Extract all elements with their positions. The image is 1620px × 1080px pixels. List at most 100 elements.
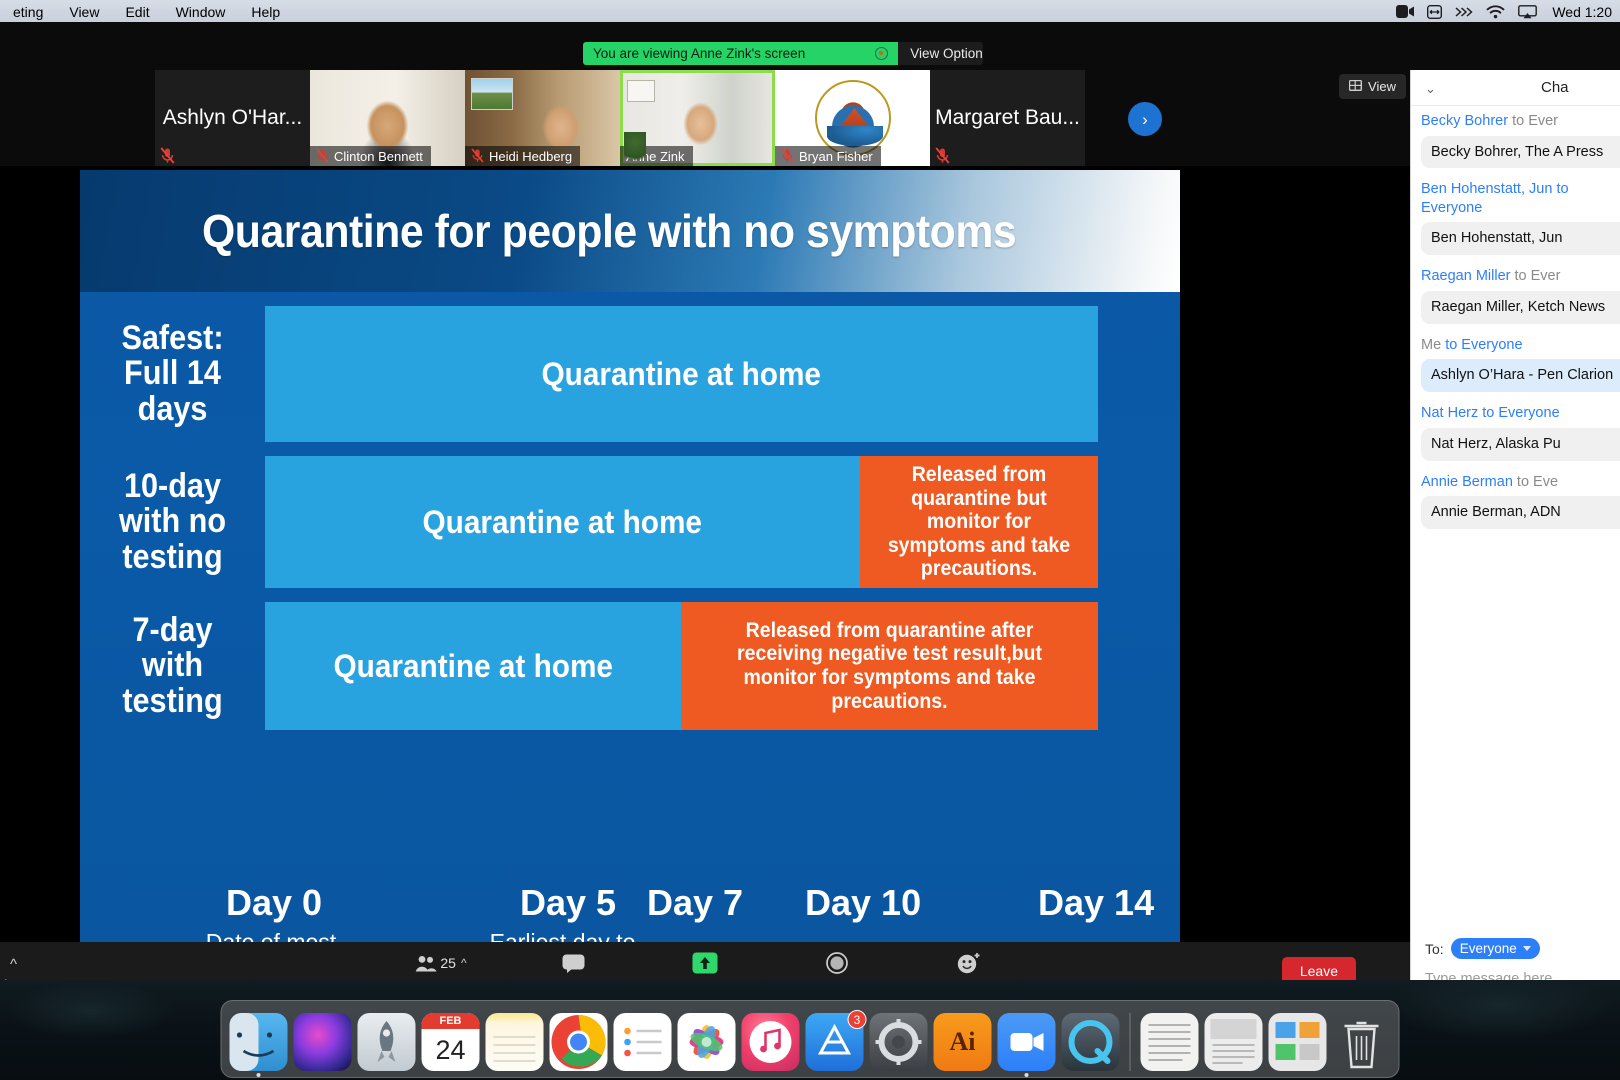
participant-name-ashlyn: Ashlyn O'Har...	[162, 106, 303, 129]
dock-icon-notes[interactable]	[485, 1013, 544, 1071]
sender-target: to Everyone	[1482, 405, 1560, 422]
chat-message-sender: Raegan Miller to Ever	[1421, 267, 1620, 286]
illustrator-letters: Ai	[949, 1027, 976, 1056]
participant-label: Clinton Bennett	[334, 148, 423, 164]
chat-bubble-icon	[562, 951, 585, 975]
participant-tile-ashlyn[interactable]: Ashlyn O'Har...	[155, 70, 310, 166]
dock-icon-chrome[interactable]	[549, 1013, 608, 1071]
sender-name: Ben Hohenstatt, Jun	[1421, 181, 1553, 198]
chat-message-body: Ben Hohenstatt, Jun	[1421, 222, 1620, 256]
sender-target: to Ever	[1512, 113, 1559, 129]
dock-icon-illustrator[interactable]: Ai	[933, 1013, 992, 1071]
participant-tile-margaret[interactable]: Margaret Bau...	[930, 70, 1085, 166]
menu-item-view[interactable]: View	[56, 0, 112, 24]
mac-menu-bar: eting View Edit Window Help Wed 1:20	[0, 0, 1620, 24]
menu-bar-clock[interactable]: Wed 1:20	[1550, 4, 1612, 20]
menu-item-edit[interactable]: Edit	[112, 0, 162, 24]
chevron-up-icon[interactable]: ^	[461, 956, 467, 970]
dock-icon-itunes[interactable]	[741, 1013, 800, 1071]
chat-recipient-dropdown[interactable]: Everyone	[1450, 938, 1540, 959]
slide-day-axis: Day 0 Day 5 Day 7 Day 10 Day 14 Date of …	[80, 882, 1180, 946]
slide-row-safest: Safest: Full 14 days Quarantine at home	[80, 306, 1180, 442]
quarantine-slide: Quarantine for people with no symptoms S…	[80, 170, 1180, 946]
chat-message-own: Me to Everyone Ashlyn O’Hara - Pen Clari…	[1421, 336, 1620, 393]
dock-running-dot	[256, 1073, 261, 1077]
participant-label: Bryan Fisher	[799, 148, 873, 164]
chat-recipient-row: To: Everyone	[1425, 938, 1620, 959]
label-line: days	[137, 389, 208, 428]
label-line: 7-day	[132, 610, 213, 649]
chat-message-sender: Becky Bohrer to Ever	[1421, 112, 1620, 131]
dock-icon-document-2[interactable]	[1204, 1013, 1263, 1071]
dock-icon-document-1[interactable]	[1140, 1013, 1199, 1071]
chat-message-body: Becky Bohrer, The A Press	[1421, 135, 1620, 169]
label-line: Safest:	[121, 318, 224, 357]
sender-target: to Everyone	[1445, 336, 1523, 353]
participant-filmstrip: Ashlyn O'Har... Clinton Bennett Heidi He…	[0, 70, 1410, 166]
screen-share-banner: You are viewing Anne Zink's screen View …	[583, 42, 983, 65]
chevrons-icon[interactable]	[1455, 6, 1473, 18]
wifi-icon[interactable]	[1486, 4, 1505, 19]
chat-recipient-value: Everyone	[1459, 941, 1517, 956]
dock-icon-quicktime[interactable]	[1061, 1013, 1120, 1071]
menu-item-meeting[interactable]: eting	[0, 0, 56, 24]
slide-bar-orange-10day: Released from quarantine but monitor for…	[860, 456, 1098, 588]
chevron-up-icon[interactable]: ^	[10, 956, 17, 973]
dock-icon-finder[interactable]	[229, 1013, 288, 1077]
view-options-button[interactable]: View Options	[898, 42, 983, 65]
dock-icon-photos[interactable]	[677, 1013, 736, 1071]
slide-row-label-safest: Safest: Full 14 days	[89, 306, 256, 442]
slide-timeline-rows: Safest: Full 14 days Quarantine at home …	[80, 306, 1180, 744]
slide-bar-text: Quarantine at home	[541, 355, 822, 392]
dock-icon-zoom[interactable]	[997, 1013, 1056, 1077]
slide-bar-blue-7day: Quarantine at home	[265, 602, 681, 730]
sender-target: to Eve	[1516, 473, 1559, 490]
dock-icon-calendar[interactable]: FEB 24	[421, 1013, 480, 1071]
participant-tile-bryan[interactable]: Bryan Fisher	[775, 70, 930, 166]
chat-panel: ⌄ Cha Becky Bohrer to Ever Becky Bohrer,…	[1410, 70, 1620, 1002]
participant-name-anne: Anne Zink	[620, 146, 693, 166]
filmstrip-next-button[interactable]: ›	[1128, 102, 1162, 136]
dock-icon-app-store[interactable]: 3	[805, 1010, 867, 1071]
slide-bar-text: Quarantine at home	[333, 647, 613, 684]
airplay-icon[interactable]	[1518, 4, 1538, 19]
screen-share-icon[interactable]	[1427, 4, 1443, 19]
chat-message-list[interactable]: Becky Bohrer to Ever Becky Bohrer, The A…	[1411, 106, 1620, 930]
dock-icon-reminders[interactable]	[613, 1013, 672, 1071]
sender-name: Becky Bohrer	[1421, 113, 1509, 129]
sender-name: Raegan Miller	[1421, 268, 1511, 285]
slide-bar-blue-safest: Quarantine at home	[265, 306, 1098, 442]
chevron-down-icon[interactable]: ⌄	[1425, 81, 1436, 97]
dock-icon-system-preferences[interactable]	[869, 1013, 928, 1071]
dock-icon-siri[interactable]	[293, 1013, 352, 1071]
menu-item-help[interactable]: Help	[238, 0, 293, 24]
zoom-video-icon[interactable]	[1396, 5, 1415, 18]
people-icon: 25 ^	[415, 951, 467, 975]
participant-tile-anne[interactable]: Anne Zink	[620, 70, 775, 166]
slide-bar-blue-10day: Quarantine at home	[265, 456, 860, 588]
participant-tile-heidi[interactable]: Heidi Hedberg	[465, 70, 620, 166]
view-layout-button[interactable]: View	[1339, 74, 1406, 99]
participant-tile-clinton[interactable]: Clinton Bennett	[310, 70, 465, 166]
menu-bar-status-items: Wed 1:20	[1396, 4, 1620, 20]
zoom-meeting-window: You are viewing Anne Zink's screen View …	[0, 22, 1620, 1002]
desktop-wallpaper: FEB 24 3 Ai	[0, 980, 1620, 1080]
dock-icon-document-3[interactable]	[1268, 1013, 1327, 1071]
menu-item-window[interactable]: Window	[163, 0, 239, 24]
chat-message: Raegan Miller to Ever Raegan Miller, Ket…	[1421, 267, 1620, 324]
chat-panel-header: ⌄ Cha	[1411, 70, 1620, 106]
record-circle-icon	[826, 951, 848, 975]
share-screen-up-arrow-icon	[692, 951, 718, 975]
sender-name: Me	[1421, 336, 1442, 353]
reactions-smiley-icon	[957, 951, 981, 975]
share-banner-green: You are viewing Anne Zink's screen	[583, 42, 899, 65]
slide-bar-text: Released from quarantine but monitor for…	[887, 463, 1071, 581]
chat-message-body: Nat Herz, Alaska Pu	[1421, 427, 1620, 461]
day-label-0: Day 0	[226, 882, 323, 923]
dock-icon-launchpad[interactable]	[357, 1013, 416, 1071]
calendar-day: 24	[435, 1034, 466, 1065]
chat-message-body: Raegan Miller, Ketch News	[1421, 290, 1620, 324]
dock-icon-trash[interactable]	[1333, 1013, 1391, 1071]
slide-row-7day: 7-day with testing Quarantine at home Re…	[80, 602, 1180, 730]
mic-muted-icon	[935, 147, 950, 164]
